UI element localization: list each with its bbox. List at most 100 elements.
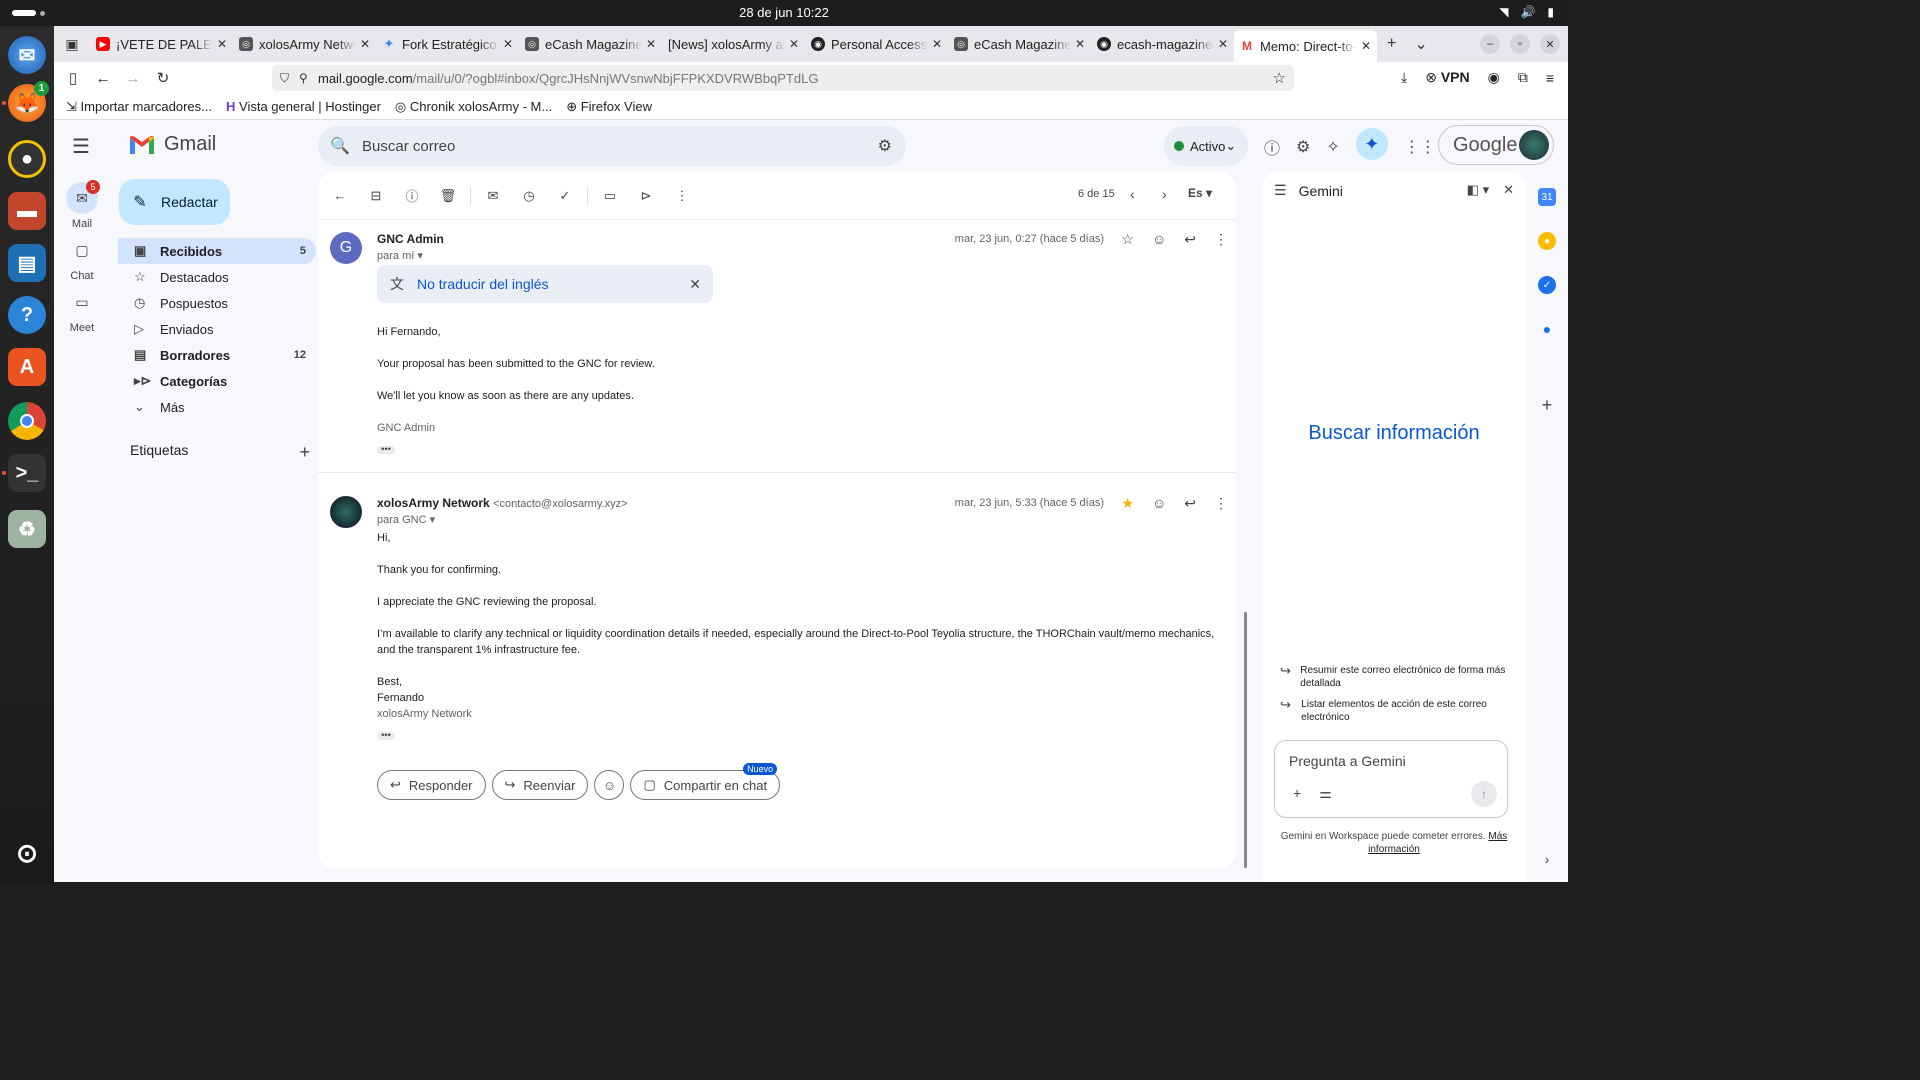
back-to-inbox-icon[interactable]: ← <box>322 188 358 203</box>
bookmark-item[interactable]: ◎ Chronik xolosArmy - M... <box>395 99 552 115</box>
folder-more[interactable]: ⌄ Más <box>118 394 316 420</box>
status-dropdown[interactable]: Activo ⌄ <box>1164 126 1248 166</box>
thunderbird-icon[interactable]: ✉ <box>8 36 46 74</box>
show-apps-icon[interactable]: ⊙ <box>8 834 46 872</box>
label-icon[interactable]: ⊳ <box>628 188 664 204</box>
list-tabs-icon[interactable]: ⌄ <box>1414 34 1427 54</box>
close-tab-icon[interactable]: ✕ <box>646 37 656 51</box>
reply-icon[interactable]: ↩ <box>1184 231 1196 248</box>
add-task-icon[interactable]: ✓ <box>547 188 583 204</box>
bookmark-item[interactable]: H Vista general | Hostinger <box>226 99 381 114</box>
scrollbar[interactable] <box>1244 612 1247 868</box>
show-trimmed-icon[interactable]: ••• <box>377 445 395 454</box>
emoji-icon[interactable]: ☺ <box>1152 495 1166 512</box>
rail-mail[interactable]: ✉ 5 Mail <box>54 180 110 230</box>
close-tab-icon[interactable]: ✕ <box>1218 37 1228 51</box>
no-translate-link[interactable]: No traducir del inglés <box>417 276 549 292</box>
search-icon[interactable]: 🔍 <box>318 136 362 156</box>
bookmark-item[interactable]: ⇲ Importar marcadores... <box>66 99 212 115</box>
app-center-icon[interactable]: A <box>8 348 46 386</box>
firefox-icon[interactable]: 🦊 1 <box>8 81 49 122</box>
close-tab-icon[interactable]: ✕ <box>789 37 799 51</box>
downloads-icon[interactable]: ⤓ <box>1401 69 1407 86</box>
send-icon[interactable]: ↑ <box>1471 781 1497 807</box>
star-icon[interactable]: ☆ <box>1121 231 1134 248</box>
close-icon[interactable]: ✕ <box>1503 182 1514 198</box>
move-to-icon[interactable]: ▭ <box>592 188 628 204</box>
tab[interactable]: ◉ ecash-magazine/n ✕ <box>1091 29 1234 59</box>
forward-icon[interactable]: → <box>118 70 148 87</box>
suggestion-item[interactable]: ↪ Resumir este correo electrónico de form… <box>1280 664 1510 690</box>
files-icon[interactable]: ▬ <box>8 192 46 230</box>
trash-icon[interactable]: ♻ <box>8 510 46 548</box>
sender-name[interactable]: GNC Admin <box>377 232 444 246</box>
folder-starred[interactable]: ☆ Destacados <box>118 264 316 290</box>
gemini-menu-icon[interactable]: ☰ <box>1274 182 1287 199</box>
compose-button[interactable]: ✎ Redactar <box>119 179 230 225</box>
account-icon[interactable]: ◉ <box>1488 69 1500 86</box>
report-spam-icon[interactable]: ⓘ <box>394 186 430 205</box>
terminal-icon[interactable]: >_ <box>8 454 46 492</box>
folder-categories[interactable]: ▸⊳ Categorías <box>118 368 316 394</box>
reply-icon[interactable]: ↩ <box>1184 495 1196 512</box>
search-options-icon[interactable]: ⚙ <box>878 136 892 156</box>
tools-icon[interactable]: ⚌ <box>1319 785 1332 802</box>
more-icon[interactable]: ⋮ <box>664 188 700 204</box>
rail-meet[interactable]: ▭ Meet <box>54 286 110 335</box>
gmail-logo[interactable]: Gmail <box>128 133 216 156</box>
close-icon[interactable]: ✕ <box>689 276 701 293</box>
tab[interactable]: ◉ Personal Access T ✕ <box>805 29 948 59</box>
sidebar-toggle-icon[interactable]: ▯ <box>58 69 88 87</box>
snooze-icon[interactable]: ◷ <box>511 188 547 204</box>
shield-icon[interactable]: ⛉ <box>280 71 289 86</box>
suggestion-item[interactable]: ↪ Listar elementos de acción de este corr… <box>1280 698 1510 724</box>
avatar[interactable] <box>330 496 362 528</box>
clock[interactable]: 28 de jun 10:22 <box>0 5 1568 20</box>
folder-inbox[interactable]: ▣ Recibidos 5 <box>118 238 316 264</box>
lock-icon[interactable]: ⚲ <box>299 71 308 86</box>
newer-icon[interactable]: ‹ <box>1130 186 1135 202</box>
more-icon[interactable]: ⋮ <box>1214 231 1228 248</box>
tab[interactable]: ◎ eCash Magazine ✕ <box>948 29 1091 59</box>
search-input[interactable]: 🔍 Buscar correo ⚙ <box>318 126 906 166</box>
close-tab-icon[interactable]: ✕ <box>360 37 370 51</box>
google-apps-icon[interactable]: ⋮⋮ <box>1404 137 1436 157</box>
emoji-icon[interactable]: ☺ <box>1152 231 1166 248</box>
reload-icon[interactable]: ↻ <box>148 69 178 87</box>
app-menu-icon[interactable]: ≡ <box>1546 70 1554 86</box>
bookmark-item[interactable]: ⊕ Firefox View <box>566 99 652 115</box>
more-icon[interactable]: ⋮ <box>1214 495 1228 512</box>
extensions-icon[interactable]: ⧉ <box>1518 69 1528 86</box>
tab[interactable]: ◎ xolosArmy Netwo ✕ <box>233 29 376 59</box>
help-icon[interactable]: ? <box>8 296 46 334</box>
tab-active[interactable]: M Memo: Direct-to-P ✕ <box>1234 30 1377 62</box>
forward-button[interactable]: ↪ Reenviar <box>491 770 589 800</box>
back-icon[interactable]: ← <box>88 70 118 87</box>
contacts-icon[interactable]: ● <box>1538 320 1556 338</box>
star-icon-filled[interactable]: ★ <box>1121 495 1134 512</box>
writer-icon[interactable]: ▤ <box>8 244 46 282</box>
expand-panel-icon[interactable]: › <box>1538 850 1556 868</box>
reply-button[interactable]: ↩ Responder <box>377 770 486 800</box>
rhythmbox-icon[interactable]: ● <box>8 140 46 178</box>
system-tray[interactable]: ◥ 🔊 ▮ <box>1499 5 1554 19</box>
tasks-icon[interactable]: ✓ <box>1538 276 1556 294</box>
panel-layout-icon[interactable]: ◧ ▾ <box>1467 182 1489 198</box>
folder-drafts[interactable]: ▤ Borradores 12 <box>118 342 316 368</box>
close-tab-icon[interactable]: ✕ <box>503 37 513 51</box>
share-in-chat-button[interactable]: ▢ Compartir en chat Nuevo <box>630 763 781 800</box>
recipient-toggle[interactable]: para mí ▾ <box>377 249 423 262</box>
archive-icon[interactable]: ⊟ <box>358 188 394 204</box>
close-window-icon[interactable]: ✕ <box>1540 34 1560 54</box>
close-tab-icon[interactable]: ✕ <box>932 37 942 51</box>
gemini-input[interactable]: Pregunta a Gemini + ⚌ ↑ <box>1274 740 1508 818</box>
tab-overview-icon[interactable]: ▣ <box>54 26 90 62</box>
tab[interactable]: [News] xolosArmy ad ✕ <box>662 29 805 59</box>
rail-chat[interactable]: ▢ Chat <box>54 234 110 283</box>
add-icon[interactable]: + <box>1293 785 1301 802</box>
input-tools-button[interactable]: Es ▾ <box>1188 186 1212 200</box>
account-chip[interactable]: Google <box>1438 125 1554 165</box>
tab[interactable]: ▶ ¡VETE DE PALE ✕ <box>90 29 233 59</box>
add-addon-icon[interactable]: + <box>1538 395 1556 415</box>
address-bar[interactable]: ⛉ ⚲ mail.google.com/mail/u/0/?ogbl#inbox/… <box>272 65 1294 91</box>
